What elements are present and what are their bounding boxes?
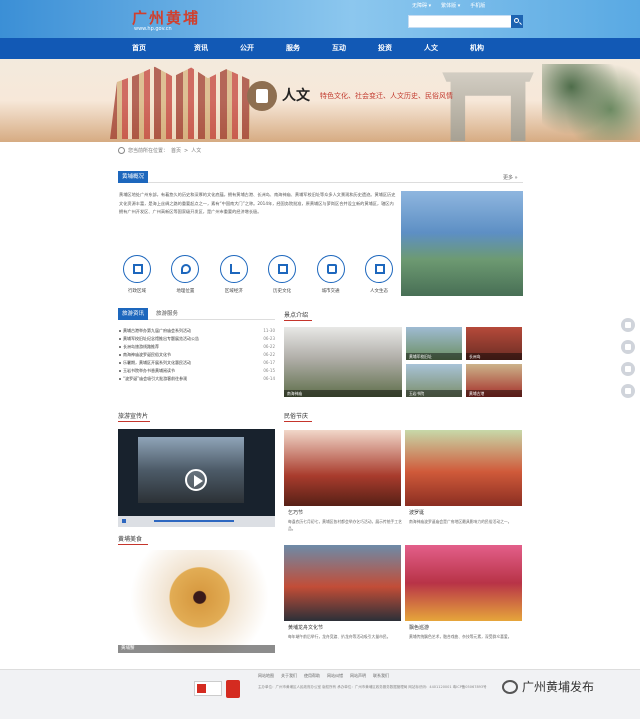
site-logo[interactable]: 广州黄埔 bbox=[132, 7, 200, 28]
overview-icons: 行政区域 地理位置 区域经济 历史文化 城市交通 人文生态 bbox=[118, 255, 398, 294]
video-player[interactable] bbox=[118, 429, 275, 527]
list-item[interactable]: 黄埔军校旧址纪念馆推出专题展览活动公告 06-23 bbox=[119, 335, 275, 343]
book-icon bbox=[247, 81, 277, 111]
list-item[interactable]: 长洲岛旅游线路推荐 06-22 bbox=[119, 343, 275, 351]
folk-text: 每逢农历七月初七，黄埔区各村都会举办乞巧活动，展示传统手工艺品。 bbox=[288, 519, 402, 531]
scenery-photo[interactable]: 玉岩书院 bbox=[406, 364, 462, 397]
folk-title[interactable]: 波罗诞 bbox=[409, 509, 424, 516]
food-header: 黄埔美食 bbox=[118, 536, 143, 543]
breadcrumb-current: 人文 bbox=[191, 148, 202, 154]
nav-agency[interactable]: 机构 bbox=[454, 38, 500, 59]
location-icon bbox=[118, 147, 125, 154]
breadcrumb-home[interactable]: 首页 bbox=[171, 147, 181, 154]
nav-culture[interactable]: 人文 bbox=[408, 38, 454, 59]
accessibility-link[interactable]: 无障碍 ▾ bbox=[412, 2, 431, 9]
list-item[interactable]: “波罗诞”庙会吸引大批游客前往参观 06-14 bbox=[119, 375, 275, 383]
footer-link[interactable]: 网站纠错 bbox=[327, 673, 343, 679]
overview-text: 黄埔区地处广州东部，有着悠久的历史和深厚的文化底蕴，拥有黄埔古港、长洲岛、南海神… bbox=[119, 192, 396, 214]
tab-tourism-service[interactable]: 旅游服务 bbox=[156, 308, 178, 320]
food-photo[interactable]: 黄埔蟹 bbox=[118, 550, 275, 653]
play-icon[interactable] bbox=[185, 469, 207, 491]
nav-home[interactable]: 首页 bbox=[132, 38, 178, 59]
aerial-photo bbox=[401, 191, 523, 296]
video-header: 旅游宣传片 bbox=[118, 413, 149, 420]
gov-site-badge[interactable] bbox=[194, 681, 222, 696]
banner-title: 人文 bbox=[282, 88, 310, 104]
search-input[interactable] bbox=[408, 15, 523, 28]
food-caption: 黄埔蟹 bbox=[118, 645, 275, 653]
folk-text: 南海神庙波罗诞庙会是广府地区最具影响力的民俗活动之一。 bbox=[409, 519, 512, 524]
chart-icon bbox=[219, 255, 248, 283]
list-item[interactable]: 乐暑期，黄埔区开展系列文化惠民活动 06-17 bbox=[119, 359, 275, 367]
icon-item-economy[interactable]: 区域经济 bbox=[215, 255, 253, 294]
nav-service[interactable]: 服务 bbox=[270, 38, 316, 59]
folk-photo[interactable] bbox=[405, 545, 522, 621]
pin-icon bbox=[171, 255, 200, 283]
nav-invest[interactable]: 投资 bbox=[362, 38, 408, 59]
folk-photo[interactable] bbox=[405, 430, 522, 506]
banner-subtitle: 特色文化、社会变迁、人文历史、民俗风情 bbox=[320, 92, 453, 100]
scenery-photo[interactable]: 长洲岛 bbox=[466, 327, 522, 360]
breadcrumb-prefix: 您当前所在位置： bbox=[128, 148, 169, 154]
overview-section-bar bbox=[118, 171, 523, 183]
progress-bar bbox=[154, 520, 234, 522]
footer-link[interactable]: 联系我们 bbox=[373, 673, 389, 679]
folk-title[interactable]: 黄埔龙舟文化节 bbox=[288, 624, 323, 631]
header-bar bbox=[0, 0, 640, 38]
list-item[interactable]: 南海神庙波罗诞民俗文化节 06-22 bbox=[119, 351, 275, 359]
wechat-watermark: 广州黄埔发布 bbox=[502, 678, 594, 695]
folk-title[interactable]: 飘色巡游 bbox=[409, 624, 429, 631]
nav-public[interactable]: 公开 bbox=[224, 38, 270, 59]
back-to-top-icon[interactable] bbox=[621, 384, 635, 398]
list-item[interactable]: 黄埔古港举办第九届广府庙会系列活动 11-30 bbox=[119, 327, 275, 335]
icon-item-location[interactable]: 地理位置 bbox=[166, 255, 204, 294]
traditional-link[interactable]: 繁体版 ▾ bbox=[441, 2, 460, 9]
icon-item-history[interactable]: 历史文化 bbox=[263, 255, 301, 294]
folk-photo[interactable] bbox=[284, 430, 401, 506]
map-icon bbox=[123, 255, 151, 283]
footer-links: 网站地图 关于我们 使用帮助 网站纠错 网站声明 联系我们 bbox=[258, 673, 389, 679]
breadcrumb: 您当前所在位置： 首页 > 人文 bbox=[118, 147, 201, 154]
pause-icon bbox=[122, 519, 126, 523]
folk-header: 民俗节庆 bbox=[284, 413, 309, 420]
mobile-icon[interactable] bbox=[621, 362, 635, 376]
top-links: 无障碍 ▾ 繁体版 ▾ 手机版 bbox=[412, 2, 485, 9]
icon-item-ecology[interactable]: 人文生态 bbox=[360, 255, 398, 294]
bus-icon bbox=[316, 255, 345, 283]
footer-text: 主办单位：广州市黄埔区人民政府办公室 版权所有 承办单位：广州市黄埔区政务服务数… bbox=[258, 685, 487, 689]
footer-link[interactable]: 关于我们 bbox=[281, 673, 297, 679]
mobile-link[interactable]: 手机版 bbox=[470, 2, 485, 9]
footer-link[interactable]: 网站地图 bbox=[258, 673, 274, 679]
scenery-photo[interactable]: 黄埔古港 bbox=[466, 364, 522, 397]
wechat-icon bbox=[502, 679, 518, 694]
overview-more-link[interactable]: 更多 » bbox=[503, 174, 518, 181]
scenery-main-photo[interactable]: 南海神庙 bbox=[284, 327, 402, 397]
news-list: 黄埔古港举办第九届广府庙会系列活动 11-30 黄埔军校旧址纪念馆推出专题展览活动… bbox=[119, 327, 275, 383]
folk-text: 黄埔传统飘色艺术，融合戏曲、杂技等元素，深受群众喜爱。 bbox=[409, 634, 512, 639]
scenery-photo[interactable]: 黄埔军校旧址 bbox=[406, 327, 462, 360]
site-domain: www.hp.gov.cn bbox=[134, 26, 172, 32]
folk-photo[interactable] bbox=[284, 545, 401, 621]
video-controls[interactable] bbox=[118, 516, 275, 527]
search-button[interactable] bbox=[511, 15, 523, 28]
nav-news[interactable]: 资讯 bbox=[178, 38, 224, 59]
tab-overview[interactable]: 黄埔概况 bbox=[118, 171, 149, 183]
tab-tourism-news[interactable]: 旅游资讯 bbox=[118, 308, 149, 320]
folk-title[interactable]: 乞巧节 bbox=[288, 509, 303, 516]
share-icon[interactable] bbox=[621, 318, 635, 332]
party-emblem-icon[interactable] bbox=[226, 680, 240, 698]
scenery-header: 景点介绍 bbox=[284, 312, 309, 319]
icon-item-transport[interactable]: 城市交通 bbox=[312, 255, 350, 294]
weibo-icon[interactable] bbox=[621, 340, 635, 354]
document-icon bbox=[364, 255, 393, 283]
list-item[interactable]: 玉岩书院举办书香黄埔阅读节 06-15 bbox=[119, 367, 275, 375]
main-nav: 首页 资讯 公开 服务 互动 投资 人文 机构 bbox=[0, 38, 640, 59]
icon-item-admin-region[interactable]: 行政区域 bbox=[118, 255, 156, 294]
building-icon bbox=[268, 255, 297, 283]
nav-interact[interactable]: 互动 bbox=[316, 38, 362, 59]
footer-link[interactable]: 使用帮助 bbox=[304, 673, 320, 679]
folk-text: 每年端午前后举行，龙舟竞渡、扒龙舟等活动吸引大量市民。 bbox=[288, 634, 391, 639]
banner-trees-image bbox=[542, 64, 640, 140]
footer-link[interactable]: 网站声明 bbox=[350, 673, 366, 679]
